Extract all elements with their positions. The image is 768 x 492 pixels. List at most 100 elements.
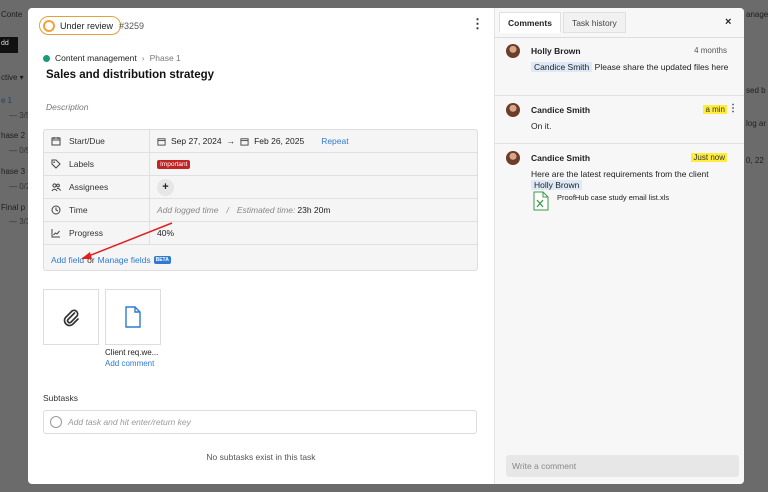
project-color-dot	[43, 54, 50, 62]
attachment-add-comment-link[interactable]: Add comment	[105, 359, 154, 368]
calendar-icon	[51, 137, 61, 146]
avatar[interactable]	[506, 151, 520, 165]
status-ring-icon	[43, 19, 55, 32]
comment-attachment[interactable]: ProofHub case study email list.xls	[533, 191, 669, 211]
add-assignee-button[interactable]: +	[157, 178, 174, 196]
close-icon[interactable]: ×	[725, 16, 731, 28]
comment-divider	[495, 143, 744, 144]
comment-author[interactable]: Candice Smith	[531, 105, 590, 115]
calendar-icon	[157, 137, 166, 146]
comment-body: On it.	[531, 121, 552, 131]
paperclip-icon	[63, 309, 79, 327]
comment-time: a min	[703, 105, 727, 114]
task-detail-pane: Under review #3259 ⋮ Content management …	[28, 8, 494, 484]
users-icon	[51, 183, 61, 192]
arrow-right-icon: →	[226, 136, 236, 146]
field-label-text: Labels	[69, 159, 95, 169]
breadcrumb-project[interactable]: Content management	[55, 53, 137, 63]
calendar-icon	[240, 137, 249, 146]
comment-more-icon[interactable]: ⋮	[728, 103, 738, 114]
bg-header-text: Conte	[1, 10, 23, 19]
comment-body: Here are the latest requirements from th…	[531, 169, 736, 191]
bg-item: hase 3	[1, 167, 26, 176]
comment-item: Candice Smith Just now Here are the late…	[495, 151, 744, 236]
more-options-icon[interactable]: ⋮	[471, 17, 484, 30]
panel-tabs: Comments Task history	[499, 12, 626, 33]
comment-text: Here are the latest requirements from th…	[531, 169, 709, 179]
annotation-arrow	[81, 222, 173, 259]
tag-icon	[51, 159, 61, 169]
tab-divider	[495, 37, 744, 38]
bg-item: 0, 22	[746, 156, 764, 165]
task-id: #3259	[119, 21, 145, 31]
bg-item: Final p	[1, 203, 26, 212]
mention-tag[interactable]: Candice Smith	[531, 62, 593, 72]
avatar[interactable]	[506, 44, 520, 58]
tab-comments[interactable]: Comments	[499, 12, 561, 33]
mention-tag[interactable]: Holly Brown	[531, 180, 583, 190]
document-icon	[125, 306, 141, 328]
field-row-time: Time Add logged time / Estimated time: 2…	[44, 199, 477, 222]
bg-item: log ar	[746, 119, 767, 128]
status-dropdown[interactable]: Under review	[39, 16, 122, 35]
circle-checkbox-icon	[50, 416, 62, 428]
avatar[interactable]	[506, 103, 520, 117]
bg-filter: ctive ▾	[1, 73, 24, 82]
comment-time: 4 months	[694, 46, 727, 55]
field-row-labels: Labels Important	[44, 153, 477, 176]
breadcrumb-phase[interactable]: Phase 1	[150, 53, 181, 63]
comment-time: Just now	[691, 153, 727, 162]
estimated-time-label: Estimated time:	[236, 205, 296, 215]
bg-add-button: dd	[0, 37, 18, 53]
due-date[interactable]: Feb 26, 2025	[254, 136, 304, 146]
estimated-time-value[interactable]: 23h 20m	[297, 205, 330, 215]
start-date[interactable]: Sep 27, 2024	[171, 136, 222, 146]
field-label-text: Time	[69, 205, 88, 215]
chevron-right-icon: ›	[141, 53, 145, 63]
field-label: Start/Due	[44, 130, 150, 152]
field-label-text: Start/Due	[69, 136, 105, 146]
field-row-start-due: Start/Due Sep 27, 2024 → Feb 26, 2025 Re…	[44, 130, 477, 153]
field-row-assignees: Assignees +	[44, 176, 477, 199]
breadcrumb: Content management › Phase 1	[43, 53, 181, 63]
add-logged-time[interactable]: Add logged time	[157, 205, 218, 215]
field-label-text: Assignees	[69, 182, 109, 192]
attachment-filename[interactable]: ProofHub case study email list.xls	[557, 193, 669, 202]
comment-author[interactable]: Candice Smith	[531, 153, 590, 163]
attachment-tile[interactable]	[105, 289, 161, 345]
task-modal: Under review #3259 ⋮ Content management …	[28, 8, 744, 484]
bg-item: anage	[746, 10, 768, 19]
repeat-link[interactable]: Repeat	[321, 136, 348, 146]
clock-icon	[51, 205, 61, 215]
field-label: Time	[44, 199, 150, 221]
attachment-upload-tile[interactable]	[43, 289, 99, 345]
attachment-name[interactable]: Client req.we...	[105, 348, 158, 357]
comment-item: Holly Brown 4 months Candice Smith Pleas…	[495, 44, 744, 96]
add-subtask-input[interactable]: Add task and hit enter/return key	[43, 410, 477, 434]
description-field[interactable]: Description	[46, 102, 89, 112]
subtask-placeholder: Add task and hit enter/return key	[68, 417, 191, 427]
comment-author[interactable]: Holly Brown	[531, 46, 581, 56]
status-label: Under review	[60, 20, 114, 31]
comment-item: Candice Smith a min ⋮ On it.	[495, 103, 744, 143]
important-tag[interactable]: Important	[157, 159, 191, 169]
bg-item: hase 2	[1, 131, 26, 140]
tab-task-history[interactable]: Task history	[562, 12, 626, 33]
chart-line-icon	[51, 229, 60, 238]
empty-subtasks-message: No subtasks exist in this task	[206, 452, 316, 462]
field-label: Labels	[44, 153, 150, 175]
comments-panel: Comments Task history × Holly Brown 4 mo…	[494, 8, 744, 484]
time-separator: /	[226, 205, 229, 215]
excel-file-icon	[533, 191, 549, 211]
subtasks-heading: Subtasks	[43, 393, 78, 403]
assignees-value: +	[157, 176, 174, 198]
comment-body: Candice Smith Please share the updated f…	[531, 62, 736, 73]
bg-item: sed b	[746, 86, 766, 95]
comment-input[interactable]: Write a comment	[506, 455, 739, 477]
comment-text: Please share the updated files here	[594, 62, 729, 72]
start-due-value: Sep 27, 2024 → Feb 26, 2025 Repeat	[157, 130, 349, 152]
time-value: Add logged time / Estimated time: 23h 20…	[157, 199, 330, 221]
labels-value[interactable]: Important	[157, 153, 191, 175]
task-title[interactable]: Sales and distribution strategy	[46, 69, 214, 81]
bg-item: e 1	[1, 96, 13, 105]
